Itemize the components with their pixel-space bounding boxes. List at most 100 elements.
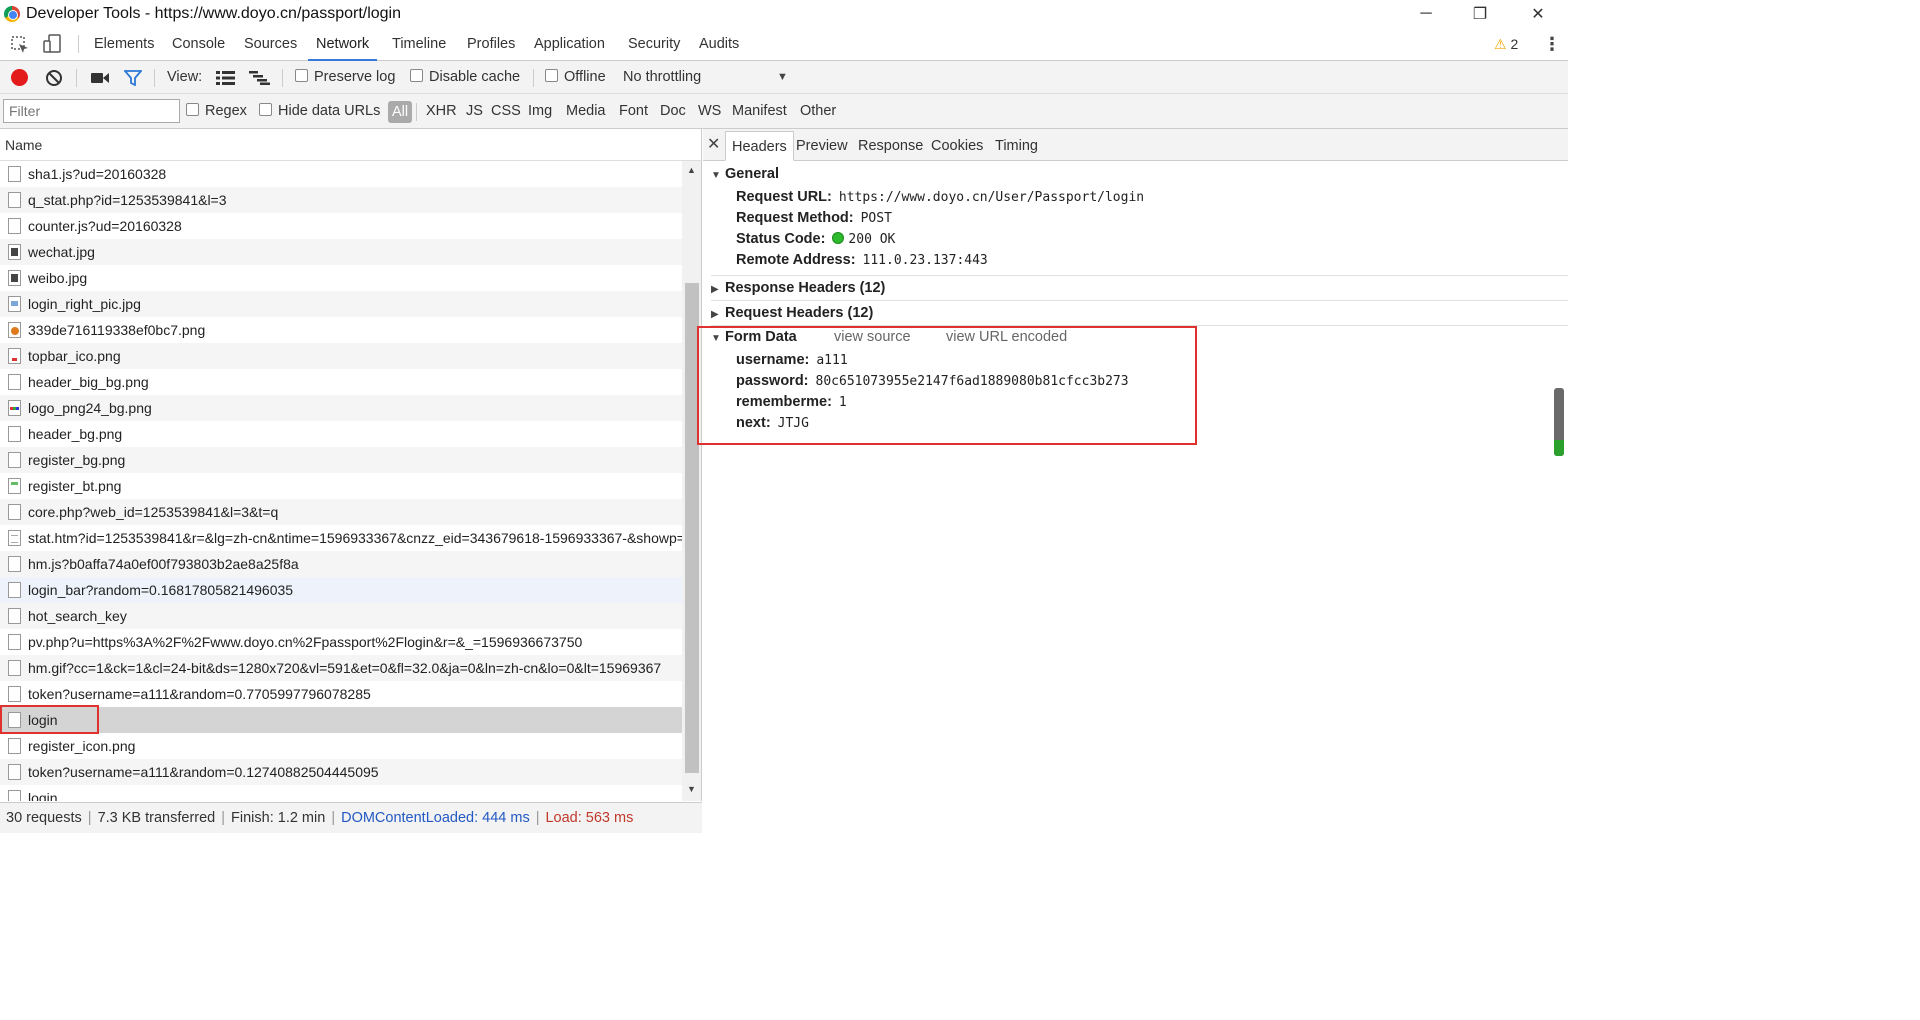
filter-type-css[interactable]: CSS: [491, 94, 521, 129]
clear-icon[interactable]: [45, 69, 63, 87]
warnings-count: 2: [1510, 36, 1519, 52]
minimize-button[interactable]: ─: [1397, 0, 1455, 28]
request-row[interactable]: hm.js?b0affa74a0ef00f793803b2ae8a25f8a: [0, 551, 682, 577]
scroll-down-icon[interactable]: ▼: [687, 784, 696, 794]
tab-console[interactable]: Console: [164, 28, 233, 61]
filter-type-other[interactable]: Other: [800, 94, 836, 129]
tab-response[interactable]: Response: [852, 131, 929, 161]
toolbar-divider: [76, 69, 77, 87]
request-row[interactable]: login_right_pic.jpg: [0, 291, 682, 317]
capture-screenshots-icon[interactable]: [90, 71, 110, 85]
tab-security[interactable]: Security: [620, 28, 688, 61]
filter-type-js[interactable]: JS: [466, 94, 483, 129]
request-url-row: Request URL: https://www.doyo.cn/User/Pas…: [736, 189, 1144, 205]
disable-cache-checkbox[interactable]: Disable cache: [410, 61, 520, 94]
name-column-header[interactable]: Name: [0, 129, 701, 161]
remote-address-row: Remote Address: 111.0.23.137:443: [736, 252, 988, 268]
tab-cookies[interactable]: Cookies: [925, 131, 989, 161]
preserve-log-checkbox[interactable]: Preserve log: [295, 61, 395, 94]
filter-icon[interactable]: [124, 70, 142, 86]
request-row[interactable]: register_icon.png: [0, 733, 682, 759]
file-icon: [8, 400, 21, 416]
request-row[interactable]: token?username=a111&random=0.77059977960…: [0, 681, 682, 707]
warning-icon: ⚠: [1494, 36, 1507, 52]
request-row[interactable]: stat.htm?id=1253539841&r=&lg=zh-cn&ntime…: [0, 525, 682, 551]
request-row[interactable]: sha1.js?ud=20160328: [0, 161, 682, 187]
request-row[interactable]: header_bg.png: [0, 421, 682, 447]
tab-sources[interactable]: Sources: [236, 28, 305, 61]
request-row[interactable]: weibo.jpg: [0, 265, 682, 291]
general-section-toggle[interactable]: ▼ General: [711, 166, 779, 182]
close-window-button[interactable]: ✕: [1509, 0, 1567, 28]
response-headers-toggle[interactable]: ▶ Response Headers (12): [711, 280, 885, 296]
filter-type-img[interactable]: Img: [528, 94, 552, 129]
request-row[interactable]: 339de716119338ef0bc7.png: [0, 317, 682, 343]
request-name: weibo.jpg: [28, 270, 88, 286]
request-name: logo_png24_bg.png: [28, 400, 152, 416]
request-row[interactable]: q_stat.php?id=1253539841&l=3: [0, 187, 682, 213]
large-request-rows-icon[interactable]: [216, 71, 235, 85]
device-toolbar-icon[interactable]: [42, 34, 62, 54]
tab-timeline[interactable]: Timeline: [384, 28, 454, 61]
tab-preview[interactable]: Preview: [790, 131, 854, 161]
request-row[interactable]: core.php?web_id=1253539841&l=3&t=q: [0, 499, 682, 525]
file-icon: [8, 686, 21, 702]
inspect-element-icon[interactable]: [10, 35, 30, 55]
filter-type-all[interactable]: All: [388, 101, 413, 123]
hide-data-urls-checkbox[interactable]: Hide data URLs: [259, 94, 380, 129]
request-row[interactable]: token?username=a111&random=0.12740882504…: [0, 759, 682, 785]
regex-checkbox[interactable]: Regex: [186, 94, 247, 129]
request-row[interactable]: hm.gif?cc=1&ck=1&cl=24-bit&ds=1280x720&v…: [0, 655, 682, 681]
request-row[interactable]: login: [0, 707, 682, 733]
filter-type-manifest[interactable]: Manifest: [732, 94, 787, 129]
tab-application[interactable]: Application: [526, 28, 613, 61]
request-row[interactable]: login: [0, 785, 682, 801]
view-label: View:: [167, 69, 203, 85]
request-row[interactable]: counter.js?ud=20160328: [0, 213, 682, 239]
request-headers-toggle[interactable]: ▶ Request Headers (12): [711, 305, 873, 321]
filter-type-font[interactable]: Font: [619, 94, 648, 129]
file-icon: [8, 790, 21, 801]
tab-network[interactable]: Network: [308, 28, 378, 61]
filter-type-media[interactable]: Media: [566, 94, 606, 129]
filter-type-doc[interactable]: Doc: [660, 94, 686, 129]
file-icon: [8, 296, 21, 312]
request-list-scrollbar[interactable]: ▲ ▼: [682, 161, 701, 801]
restore-button[interactable]: ❐: [1451, 0, 1509, 28]
tab-headers[interactable]: Headers: [725, 131, 794, 161]
more-options-icon[interactable]: ⋮: [1543, 28, 1561, 61]
requests-count: 30 requests: [6, 810, 82, 826]
offline-label: Offline: [564, 69, 606, 85]
tab-timing[interactable]: Timing: [989, 131, 1044, 161]
request-row[interactable]: header_big_bg.png: [0, 369, 682, 395]
waterfall-overview-icon[interactable]: [249, 71, 270, 85]
filter-type-ws[interactable]: WS: [698, 94, 721, 129]
finish-time: Finish: 1.2 min: [231, 810, 326, 826]
request-name: hm.gif?cc=1&ck=1&cl=24-bit&ds=1280x720&v…: [28, 660, 662, 676]
record-button[interactable]: [11, 69, 28, 86]
details-scrollbar-thumb[interactable]: [1554, 388, 1564, 456]
tab-audits[interactable]: Audits: [691, 28, 747, 61]
checkbox-icon: [295, 69, 308, 82]
request-row[interactable]: register_bt.png: [0, 473, 682, 499]
warnings-counter[interactable]: ⚠ 2: [1494, 28, 1518, 61]
request-row[interactable]: logo_png24_bg.png: [0, 395, 682, 421]
tab-profiles[interactable]: Profiles: [459, 28, 523, 61]
request-row[interactable]: hot_search_key: [0, 603, 682, 629]
offline-checkbox[interactable]: Offline: [545, 61, 606, 94]
login-request-highlight: [0, 705, 99, 734]
close-details-icon[interactable]: ✕: [707, 129, 720, 161]
filter-type-xhr[interactable]: XHR: [426, 94, 457, 129]
request-row[interactable]: topbar_ico.png: [0, 343, 682, 369]
load-time: Load: 563 ms: [545, 810, 634, 826]
request-row[interactable]: wechat.jpg: [0, 239, 682, 265]
request-row[interactable]: register_bg.png: [0, 447, 682, 473]
scroll-up-icon[interactable]: ▲: [687, 165, 696, 175]
filter-input[interactable]: [3, 99, 180, 123]
request-name: q_stat.php?id=1253539841&l=3: [28, 192, 227, 208]
request-row[interactable]: login_bar?random=0.16817805821496035: [0, 577, 682, 603]
toolbar-divider: [533, 69, 534, 87]
request-row[interactable]: pv.php?u=https%3A%2F%2Fwww.doyo.cn%2Fpas…: [0, 629, 682, 655]
throttling-select[interactable]: No throttling ▼: [623, 61, 793, 94]
tab-elements[interactable]: Elements: [86, 28, 162, 61]
